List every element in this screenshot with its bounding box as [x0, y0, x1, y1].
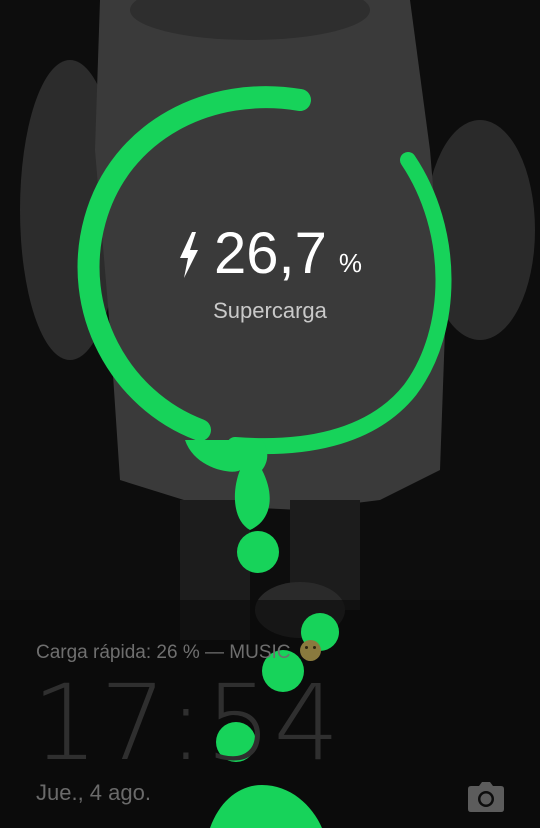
charge-readout: 26,7 % Supercarga — [130, 222, 410, 324]
battery-percent-unit: % — [338, 248, 362, 278]
battery-percent-value: 26,7 — [213, 221, 327, 286]
drop-1 — [237, 531, 279, 573]
lock-date: Jue., 4 ago. — [36, 780, 151, 805]
smiling-face-emoji-icon — [299, 640, 321, 661]
charging-status-text: Carga rápida: 26 % — MUSIC — [36, 640, 321, 664]
camera-icon[interactable] — [468, 782, 504, 812]
lock-screen: 26,7 % Supercarga Carga rápida: 26 % — M… — [0, 0, 540, 828]
lock-clock: 17:54 — [32, 662, 342, 784]
lightning-bolt-icon — [179, 232, 198, 278]
charge-mode-label: Supercarga — [213, 298, 327, 323]
bottom-blob — [210, 785, 322, 828]
ring-drip — [185, 440, 270, 530]
status-text: Carga rápida: 26 % — MUSIC — [36, 642, 291, 663]
